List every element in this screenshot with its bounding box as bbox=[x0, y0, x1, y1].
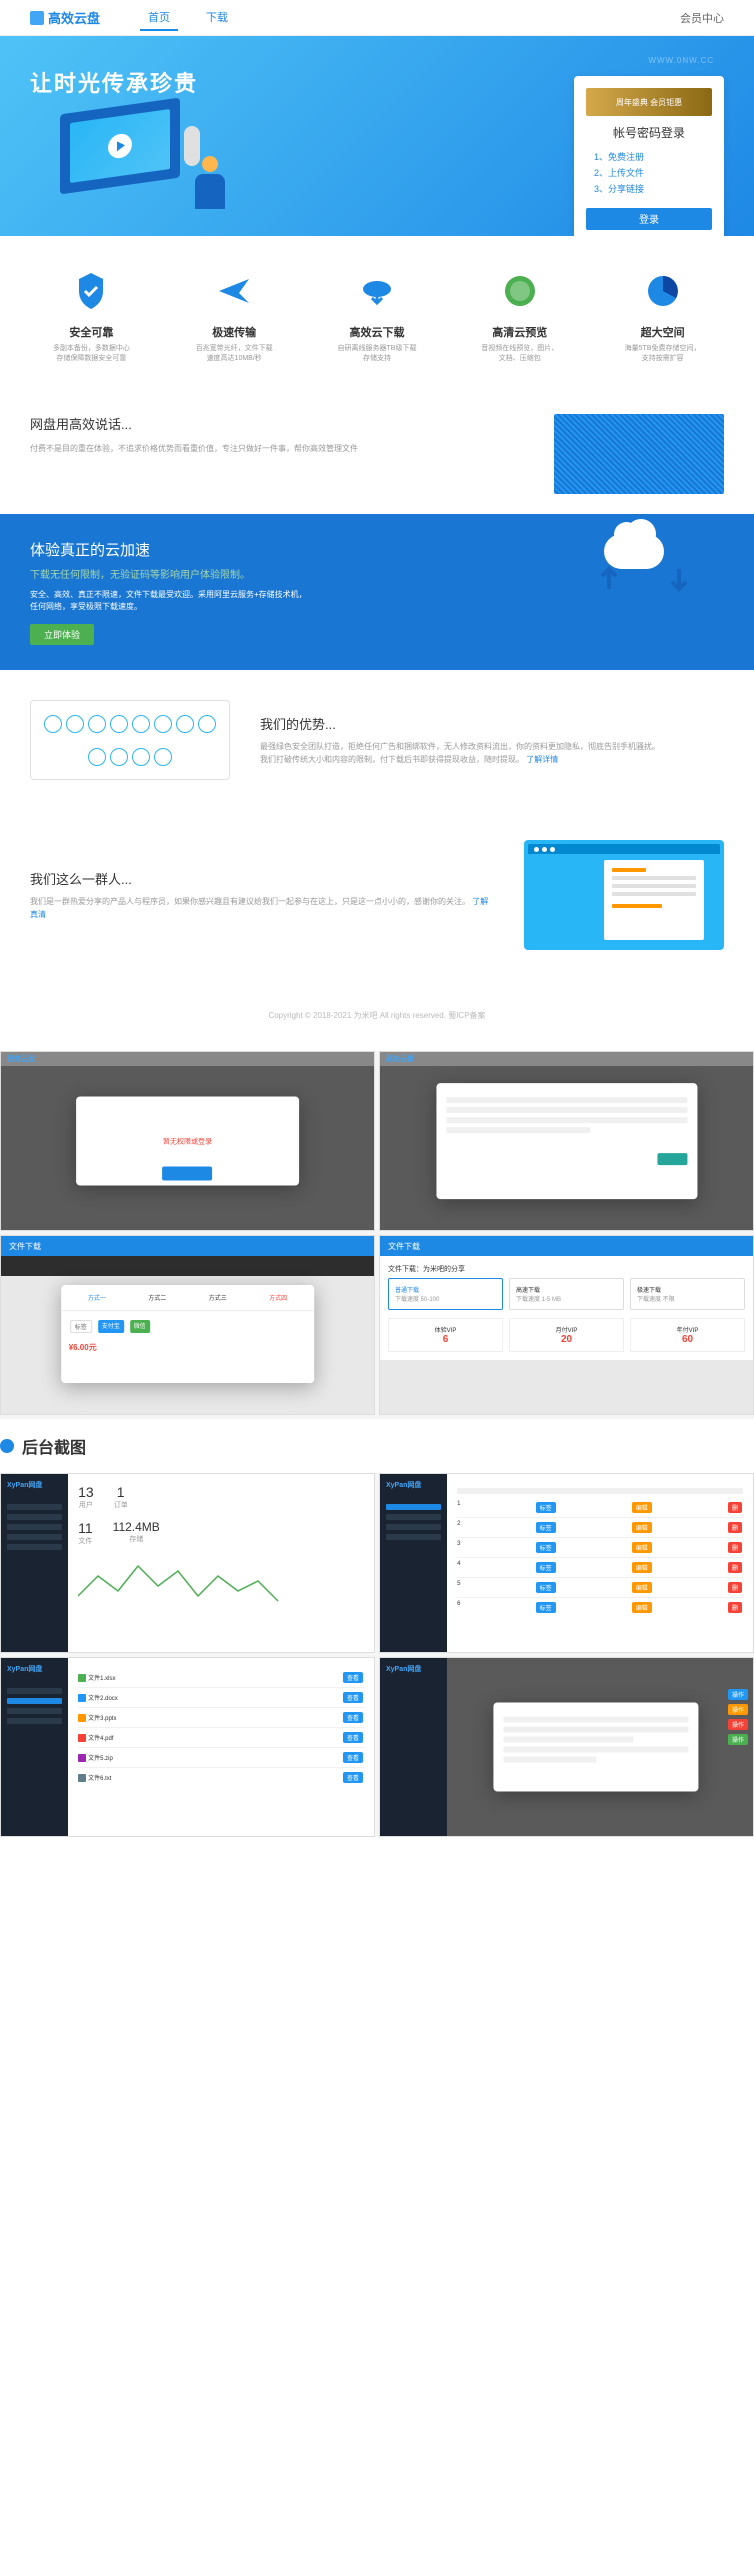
screen-graphic bbox=[60, 98, 180, 195]
footer: Copyright © 2018-2021 为米吧 All rights res… bbox=[0, 980, 754, 1051]
hero-title: 让时光传承珍贵 bbox=[30, 66, 198, 98]
feature-desc: 自研离线服务器TB级下载存储支持 bbox=[337, 344, 417, 364]
admin-sidebar: XyPan网盘 bbox=[380, 1474, 447, 1652]
globe-icon bbox=[495, 266, 545, 316]
screenshot-admin-2: XyPan网盘 1标签编辑删 2标签编辑删 3标签编辑删 4标签编辑删 5标签编… bbox=[379, 1473, 754, 1653]
login-card: 周年盛典 会员钜惠 帐号密码登录 1、免费注册 2、上传文件 3、分享链接 登录… bbox=[574, 76, 724, 236]
feature-preview: 高清云预览 音视频在线预览，图片、文档、压缩包 bbox=[480, 266, 560, 364]
person-graphic bbox=[180, 156, 240, 226]
cloud-down-icon bbox=[352, 266, 402, 316]
screenshots-section: 高效云盘 暂无权限或登录 高效云盘 文件下载 bbox=[0, 1051, 754, 1837]
team-desc: 我们是一群热爱分享的产品人与程序员，如果你感兴趣且有建议给我们一起参与在这上，只… bbox=[30, 896, 494, 922]
play-icon bbox=[108, 132, 132, 159]
feature-title: 安全可靠 bbox=[51, 324, 131, 340]
feature-title: 超大空间 bbox=[623, 324, 703, 340]
advantage-desc: 最强绿色安全团队打造，拒绝任何广告和捆绑软件，无人修改资料流出，你的资料更加隐私… bbox=[260, 741, 724, 767]
admin-sidebar: XyPan网盘 bbox=[1, 1474, 68, 1652]
shield-icon bbox=[66, 266, 116, 316]
feature-title: 极速传输 bbox=[194, 324, 274, 340]
login-button[interactable]: 登录 bbox=[586, 208, 712, 230]
mock-window-graphic bbox=[524, 840, 724, 950]
accel-section: 体验真正的云加速 下载无任何限制，无验证码等影响用户体验限制。 安全、高效、真正… bbox=[0, 514, 754, 671]
team-section: 我们这么一群人... 我们是一群热爱分享的产品人与程序员，如果你感兴趣且有建议给… bbox=[0, 810, 754, 980]
logo[interactable]: 高效云盘 bbox=[30, 8, 100, 27]
nav-download[interactable]: 下载 bbox=[198, 5, 236, 31]
admin-sidebar: XyPan网盘 bbox=[380, 1658, 447, 1836]
backend-header: 后台截图 bbox=[0, 1419, 754, 1473]
hero-illustration bbox=[20, 96, 280, 226]
advantage-graphic bbox=[30, 700, 230, 780]
screenshot-2: 高效云盘 bbox=[379, 1051, 754, 1231]
feature-speed: 极速传输 百兆宽带光纤，文件下载速度高达10MB/秒 bbox=[194, 266, 274, 364]
feature-desc: 百兆宽带光纤，文件下载速度高达10MB/秒 bbox=[194, 344, 274, 364]
accel-cta-button[interactable]: 立即体验 bbox=[30, 624, 94, 645]
advantage-title: 我们的优势... bbox=[260, 714, 724, 733]
shot-header: 文件下载 bbox=[380, 1236, 753, 1256]
feature-title: 高清云预览 bbox=[480, 324, 560, 340]
screenshot-1: 高效云盘 暂无权限或登录 bbox=[0, 1051, 375, 1231]
step-3: 3、分享链接 bbox=[594, 181, 712, 197]
logo-icon bbox=[30, 11, 44, 25]
top-nav: 高效云盘 首页 下载 会员中心 bbox=[0, 0, 754, 36]
team-title: 我们这么一群人... bbox=[30, 869, 494, 888]
badge-dot-icon bbox=[0, 1439, 14, 1453]
screenshot-admin-3: XyPan网盘 文件1.xlsx查看 文件2.docx查看 文件3.pptx查看… bbox=[0, 1657, 375, 1837]
pie-icon bbox=[638, 266, 688, 316]
nav-items: 首页 下载 bbox=[140, 5, 236, 31]
login-title: 帐号密码登录 bbox=[586, 124, 712, 141]
efficient-section: 网盘用高效说话... 付费不是目的重在体验，不追求价格优势而看重价值，专注只做好… bbox=[0, 394, 754, 514]
feature-desc: 多副本备份，多数据中心存储保障数据安全可靠 bbox=[51, 344, 131, 364]
pattern-graphic bbox=[554, 414, 724, 494]
plane-icon bbox=[209, 266, 259, 316]
advantage-link[interactable]: 了解详情 bbox=[526, 755, 558, 764]
feature-title: 高效云下载 bbox=[337, 324, 417, 340]
feature-cloud-dl: 高效云下载 自研离线服务器TB级下载存储支持 bbox=[337, 266, 417, 364]
step-2: 2、上传文件 bbox=[594, 165, 712, 181]
shot-header: 文件下载 bbox=[1, 1236, 374, 1256]
feature-desc: 海量5TB免费存储空间，支持按需扩容 bbox=[623, 344, 703, 364]
nav-member[interactable]: 会员中心 bbox=[680, 10, 724, 26]
feature-security: 安全可靠 多副本备份，多数据中心存储保障数据安全可靠 bbox=[51, 266, 131, 364]
step-1: 1、免费注册 bbox=[594, 149, 712, 165]
advantage-section: 我们的优势... 最强绿色安全团队打造，拒绝任何广告和捆绑软件，无人修改资料流出… bbox=[0, 670, 754, 810]
logo-text: 高效云盘 bbox=[48, 8, 100, 27]
chart-graphic bbox=[78, 1556, 364, 1606]
screenshot-3: 文件下载 方式一 方式二 方式三 方式四 标签 支付宝 微信 ¥6.00元 bbox=[0, 1235, 375, 1415]
backend-title: 后台截图 bbox=[22, 1434, 86, 1458]
hero-section: 让时光传承珍贵 WWW.0NW.CC 周年盛典 会员钜惠 帐号密码登录 1、免费… bbox=[0, 36, 754, 236]
watermark: WWW.0NW.CC bbox=[648, 56, 714, 65]
nav-home[interactable]: 首页 bbox=[140, 5, 178, 31]
login-ad-banner[interactable]: 周年盛典 会员钜惠 bbox=[586, 88, 712, 116]
feature-space: 超大空间 海量5TB免费存储空间，支持按需扩容 bbox=[623, 266, 703, 364]
screenshot-admin-4: XyPan网盘 操作操作操作操作 bbox=[379, 1657, 754, 1837]
modal-graphic bbox=[436, 1083, 697, 1199]
login-steps: 1、免费注册 2、上传文件 3、分享链接 bbox=[586, 149, 712, 198]
screenshot-admin-1: XyPan网盘 13用户 1订单 11文件 112.4MB存储 bbox=[0, 1473, 375, 1653]
accel-desc: 安全、高效、真正不限速，文件下载最受欢迎。采用阿里云服务+存储技术机，任何网络，… bbox=[30, 589, 310, 615]
cloud-arrows-icon bbox=[604, 534, 704, 594]
modal-graphic bbox=[494, 1703, 699, 1792]
features-row: 安全可靠 多副本备份，多数据中心存储保障数据安全可靠 极速传输 百兆宽带光纤，文… bbox=[0, 236, 754, 394]
modal-graphic: 暂无权限或登录 bbox=[76, 1097, 300, 1186]
screenshot-4: 文件下载 文件下载：为米吧的分享 普通下载下载速度 50-100 高速下载下载速… bbox=[379, 1235, 754, 1415]
modal-graphic: 方式一 方式二 方式三 方式四 标签 支付宝 微信 ¥6.00元 bbox=[61, 1285, 315, 1383]
feature-desc: 音视频在线预览，图片、文档、压缩包 bbox=[480, 344, 560, 364]
admin-sidebar: XyPan网盘 bbox=[1, 1658, 68, 1836]
